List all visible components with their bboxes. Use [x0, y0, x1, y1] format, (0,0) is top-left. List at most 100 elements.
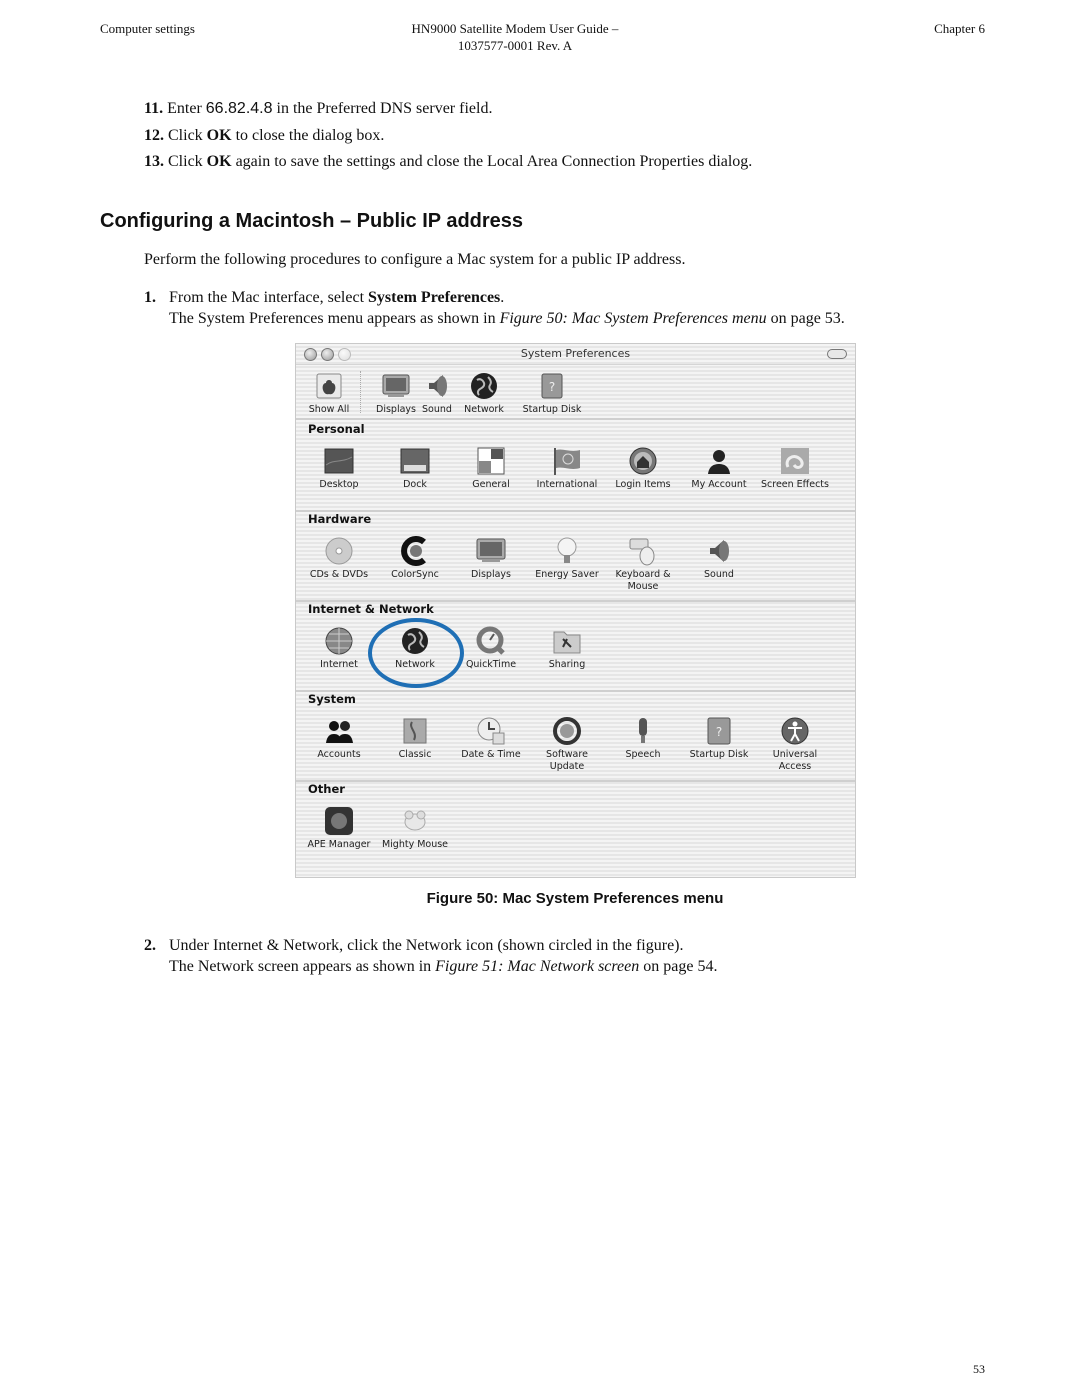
step-number: 13. — [144, 153, 164, 170]
step-number: 12. — [144, 127, 164, 144]
software-update-icon — [552, 716, 582, 746]
pref-keyboard-mouse[interactable]: Keyboard & Mouse — [605, 536, 681, 593]
pref-label: Accounts — [317, 749, 361, 760]
pref-my-account[interactable]: My Account — [681, 446, 757, 491]
toolbar-label: Network — [464, 404, 504, 415]
ok-label: OK — [206, 153, 232, 170]
pref-displays[interactable]: Displays — [453, 536, 529, 581]
pref-label: Internet — [320, 659, 358, 670]
pref-international[interactable]: International — [529, 446, 605, 491]
header-doc-title-line1: HN9000 Satellite Modem User Guide – — [411, 21, 619, 36]
user-silhouette-icon — [704, 446, 734, 476]
step-text: on page 53. — [766, 310, 845, 327]
section-personal: Personal Desktop Dock General Internatio… — [296, 420, 855, 512]
lightbulb-icon — [552, 536, 582, 566]
figure-reference[interactable]: Figure 50: Mac System Preferences menu — [500, 310, 767, 327]
pref-colorsync[interactable]: ColorSync — [377, 536, 453, 581]
system-preferences-window: System Preferences Show All Displays Sou… — [295, 343, 856, 878]
pref-sharing[interactable]: Sharing — [529, 626, 605, 671]
pref-label: Energy Saver — [535, 569, 599, 580]
speaker-icon — [704, 536, 734, 566]
pref-general[interactable]: General — [453, 446, 529, 491]
pref-cds-dvds[interactable]: CDs & DVDs — [301, 536, 377, 581]
svg-text:?: ? — [716, 725, 722, 739]
disc-icon — [324, 536, 354, 566]
step-text: . — [500, 289, 505, 306]
pref-software-update[interactable]: Software Update — [529, 716, 605, 773]
section-heading: Other — [308, 782, 345, 796]
step-text: on page 54. — [639, 958, 718, 975]
mighty-mouse-icon — [400, 806, 430, 836]
pref-energy-saver[interactable]: Energy Saver — [529, 536, 605, 581]
quicktime-icon — [476, 626, 506, 656]
pref-label: My Account — [691, 479, 747, 490]
section-heading: Internet & Network — [308, 602, 434, 616]
startup-disk-icon: ? — [537, 371, 567, 401]
toolbar-label: Show All — [308, 404, 350, 415]
pref-internet[interactable]: Internet — [301, 626, 377, 671]
highlight-circle — [368, 618, 464, 688]
system-preferences-label: System Preferences — [368, 289, 501, 306]
toolbar-show-all[interactable]: Show All — [296, 371, 367, 416]
pref-mighty-mouse[interactable]: Mighty Mouse — [377, 806, 453, 851]
keyboard-mouse-icon — [628, 536, 658, 566]
step-13: 13. Click OK again to save the settings … — [144, 151, 752, 172]
internet-globe-icon — [324, 626, 354, 656]
toolbar-startup-disk[interactable]: ? Startup Disk — [514, 371, 590, 416]
pref-startup-disk[interactable]: ? Startup Disk — [681, 716, 757, 761]
pref-label: Keyboard & Mouse — [615, 569, 671, 592]
house-icon — [628, 446, 658, 476]
toolbar-toggle-button[interactable] — [827, 349, 847, 359]
ok-label: OK — [206, 127, 232, 144]
pref-label: Software Update — [546, 749, 588, 772]
intro-paragraph: Perform the following procedures to conf… — [144, 251, 686, 268]
toolbar-network[interactable]: Network — [452, 371, 516, 416]
pref-label: Displays — [471, 569, 511, 580]
step-text: again to save the settings and close the… — [231, 153, 753, 170]
pref-label: Sharing — [548, 659, 586, 670]
pref-date-time[interactable]: Date & Time — [453, 716, 529, 761]
step-number: 2. — [144, 937, 156, 954]
pref-screen-effects[interactable]: Screen Effects — [757, 446, 833, 491]
pref-universal-access[interactable]: Universal Access — [757, 716, 833, 773]
general-icon — [476, 446, 506, 476]
pref-label: Mighty Mouse — [381, 839, 449, 850]
step-11: 11. Enter 66.82.4.8 in the Preferred DNS… — [144, 98, 492, 119]
ape-manager-icon — [324, 806, 354, 836]
globe-icon — [469, 371, 499, 401]
pref-quicktime[interactable]: QuickTime — [453, 626, 529, 671]
header-chapter: Chapter 6 — [934, 21, 985, 36]
header-doc-title-line2: 1037577-0001 Rev. A — [457, 38, 573, 53]
step-text: Enter — [167, 100, 206, 117]
pref-label: Login Items — [615, 479, 671, 490]
pref-label: Dock — [403, 479, 427, 490]
section-heading: Personal — [308, 422, 365, 436]
pref-ape-manager[interactable]: APE Manager — [301, 806, 377, 851]
pref-accounts[interactable]: Accounts — [301, 716, 377, 761]
pref-desktop[interactable]: Desktop — [301, 446, 377, 491]
step-1: 1. From the Mac interface, select System … — [144, 287, 504, 308]
pref-speech[interactable]: Speech — [605, 716, 681, 761]
pref-label: Universal Access — [772, 749, 818, 772]
pref-label: CDs & DVDs — [309, 569, 369, 580]
step-text: The System Preferences menu appears as s… — [169, 310, 500, 327]
pref-login-items[interactable]: Login Items — [605, 446, 681, 491]
section-system: System Accounts Classic Date & Time Soft… — [296, 690, 855, 782]
figure-caption: Figure 50: Mac System Preferences menu — [426, 890, 724, 907]
screen-effects-icon — [780, 446, 810, 476]
window-title: System Preferences — [520, 347, 631, 360]
pref-label: Date & Time — [461, 749, 521, 760]
step-text: Click — [168, 153, 207, 170]
pref-label: QuickTime — [465, 659, 517, 670]
header-doc-title: HN9000 Satellite Modem User Guide – 1037… — [0, 20, 1030, 54]
figure-reference[interactable]: Figure 51: Mac Network screen — [435, 958, 639, 975]
displays-icon — [476, 536, 506, 566]
show-all-icon — [314, 371, 344, 401]
svg-text:?: ? — [549, 380, 555, 394]
pref-dock[interactable]: Dock — [377, 446, 453, 491]
pref-sound[interactable]: Sound — [681, 536, 757, 581]
step-number: 11. — [144, 100, 164, 117]
pref-classic[interactable]: Classic — [377, 716, 453, 761]
flag-icon — [552, 446, 582, 476]
section-other: Other APE Manager Mighty Mouse — [296, 780, 855, 870]
